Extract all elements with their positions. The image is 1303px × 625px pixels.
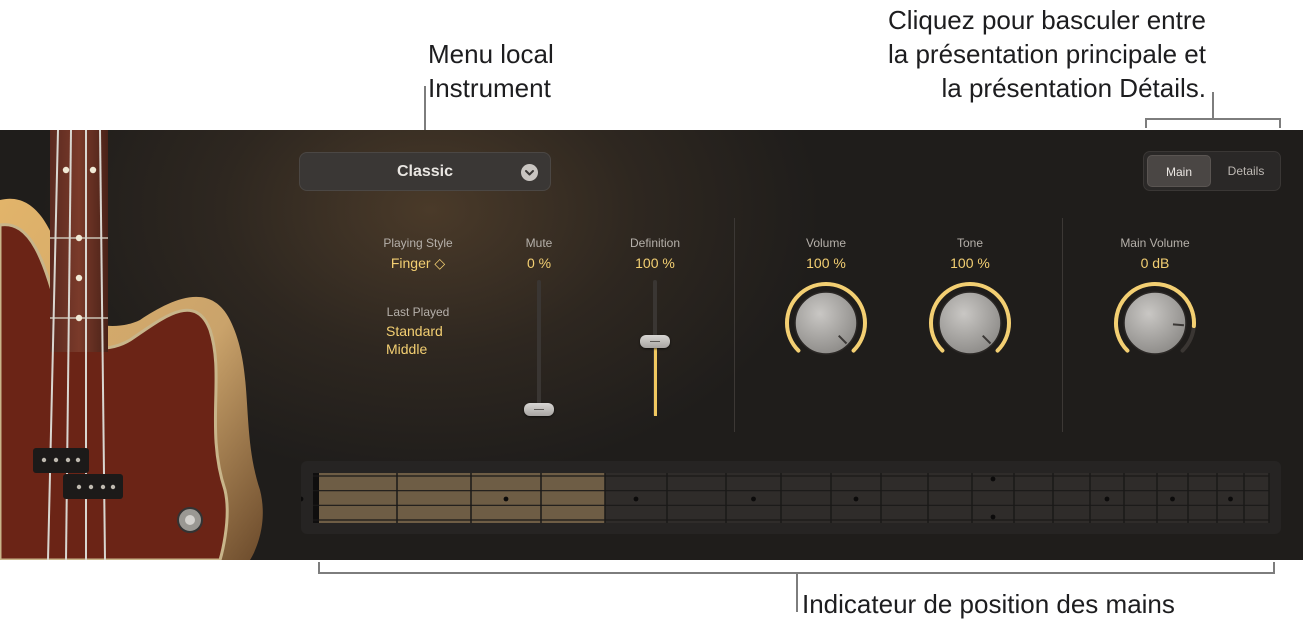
definition-value: 100 %: [635, 255, 675, 271]
main-volume-knob[interactable]: [1110, 278, 1200, 368]
fret-inlay-dot: [298, 496, 304, 502]
instrument-popup-menu[interactable]: Classic: [299, 152, 551, 191]
definition-slider-handle[interactable]: [640, 335, 670, 349]
leader-line-toggle-left: [1145, 118, 1147, 128]
main-view-button[interactable]: Main: [1147, 155, 1211, 187]
leader-line-hand-left: [318, 562, 320, 574]
hand-position-indicator[interactable]: [298, 461, 1281, 534]
knob-body: [938, 291, 1002, 355]
fret-inlay-dot: [503, 496, 509, 502]
callout-hand-position-text: Indicateur de position des mains: [802, 589, 1175, 619]
definition-label: Definition: [629, 236, 681, 250]
details-view-button[interactable]: Details: [1214, 155, 1278, 187]
mute-slider[interactable]: [521, 280, 557, 420]
knob-body: [794, 291, 858, 355]
fret-inlay-dot: [853, 496, 859, 502]
fret-inlay-dot: [1104, 496, 1110, 502]
mute-slider-track: [537, 280, 541, 416]
tone-knob[interactable]: [925, 278, 1015, 368]
mute-label: Mute: [525, 236, 553, 250]
knob-body: [1123, 291, 1187, 355]
fret-inlay-dot: [751, 496, 756, 502]
section-divider: [1062, 218, 1063, 432]
fret-inlay-dot: [633, 496, 639, 502]
callout-hand-position: Indicateur de position des mains: [802, 587, 1282, 621]
callout-view-toggle: Cliquez pour basculer entre la présentat…: [786, 3, 1206, 105]
leader-line-hand-right: [1273, 562, 1275, 574]
tone-label: Tone: [956, 236, 984, 250]
volume-value: 100 %: [806, 255, 846, 271]
last-played-label: Last Played: [386, 305, 450, 319]
last-played-value-1: Standard: [386, 323, 443, 339]
last-played-value-2: Middle: [386, 341, 428, 357]
fret-inlay-dot: [990, 514, 996, 520]
definition-slider-fill: [653, 341, 657, 416]
leader-line-toggle-bracket: [1145, 118, 1281, 120]
callout-instrument-menu: Menu local Instrument: [428, 37, 628, 105]
studio-bass-panel: Classic Main Details Playing Style Finge…: [0, 130, 1303, 560]
volume-label: Volume: [805, 236, 847, 250]
fret-inlay-dot: [1228, 496, 1233, 502]
leader-line-toggle-stem: [1212, 92, 1214, 118]
playing-style-label: Playing Style: [383, 236, 453, 250]
leader-line-hand-stem: [796, 572, 798, 612]
tone-value: 100 %: [950, 255, 990, 271]
volume-knob[interactable]: [781, 278, 871, 368]
chevron-down-icon: [521, 164, 538, 181]
fret-inlay-dot: [990, 476, 996, 482]
main-volume-value: 0 dB: [1140, 255, 1170, 271]
knob-indicator: [1172, 323, 1184, 327]
hand-position-highlight: [319, 473, 605, 523]
definition-slider[interactable]: [637, 280, 673, 420]
view-toggle: Main Details: [1143, 151, 1281, 191]
callout-view-toggle-text: Cliquez pour basculer entre la présentat…: [888, 5, 1206, 103]
main-volume-label: Main Volume: [1120, 236, 1190, 250]
instrument-menu-value: Classic: [396, 163, 454, 180]
nut: [313, 473, 319, 523]
mute-value: 0 %: [526, 255, 552, 271]
mute-slider-handle[interactable]: [524, 403, 554, 416]
playing-style-selector[interactable]: Finger ◇: [368, 255, 468, 272]
bass-guitar-image: [0, 130, 290, 560]
leader-line-toggle-right: [1279, 118, 1281, 128]
callout-instrument-text: Menu local Instrument: [428, 39, 554, 103]
section-divider: [734, 218, 735, 432]
fret-inlay-dot: [1170, 496, 1175, 502]
